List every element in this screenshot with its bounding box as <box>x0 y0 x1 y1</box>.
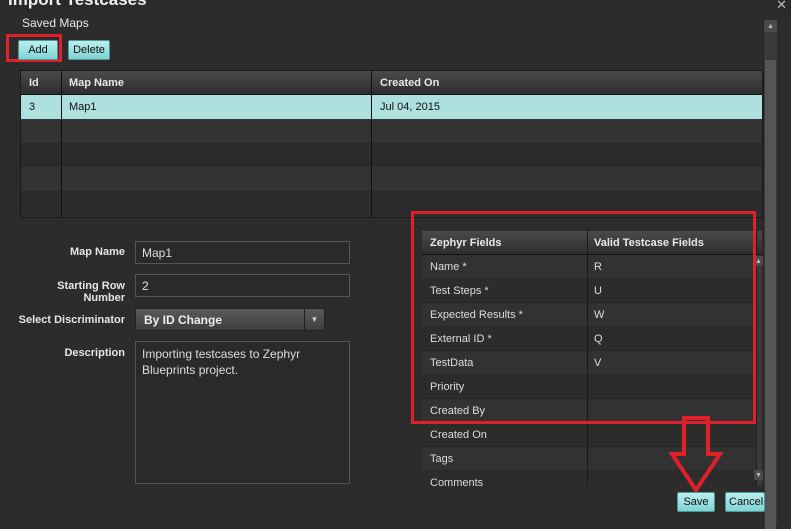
scroll-up-icon[interactable]: ▲ <box>764 20 777 32</box>
discriminator-value: By ID Change <box>144 313 223 327</box>
scrollbar-thumb[interactable] <box>765 60 776 529</box>
starting-row-label: Starting Row Number <box>57 280 125 304</box>
add-button[interactable]: Add <box>18 40 58 60</box>
cell-zephyr-field: Tags <box>430 453 454 465</box>
scroll-down-icon[interactable]: ▼ <box>754 470 763 480</box>
dialog-scrollbar[interactable]: ▲ <box>763 20 777 529</box>
column-header-id[interactable]: Id <box>29 77 39 89</box>
cell-id: 3 <box>29 101 36 113</box>
discriminator-label: Select Discriminator <box>18 314 125 326</box>
saved-maps-grid: Id Map Name Created On 3 Map1 Jul 04, 20… <box>20 70 763 218</box>
chevron-down-icon[interactable]: ▼ <box>304 309 324 330</box>
saved-maps-header: Id Map Name Created On <box>21 71 762 95</box>
saved-maps-label: Saved Maps <box>22 16 89 30</box>
column-divider <box>371 71 372 217</box>
column-header-created-on[interactable]: Created On <box>380 77 439 89</box>
map-name-input[interactable]: Map1 <box>135 241 350 264</box>
cancel-button[interactable]: Cancel <box>725 492 765 512</box>
map-name-label: Map Name <box>69 246 125 258</box>
field-mapping-highlight-box <box>411 211 756 424</box>
cell-zephyr-field: Created On <box>430 429 487 441</box>
cell-map-name: Map1 <box>69 101 97 113</box>
save-button[interactable]: Save <box>677 492 715 512</box>
starting-row-input[interactable]: 2 <box>135 274 350 297</box>
description-label: Description <box>64 347 125 359</box>
column-header-map-name[interactable]: Map Name <box>69 77 124 89</box>
field-mapping-scrollbar[interactable] <box>756 255 762 486</box>
cell-created-on: Jul 04, 2015 <box>380 101 440 113</box>
table-row[interactable]: 3 Map1 Jul 04, 2015 <box>21 95 762 119</box>
dialog-titlebar: Import Testcases ✕ <box>0 0 791 14</box>
cell-zephyr-field: Comments <box>430 477 484 486</box>
discriminator-select[interactable]: By ID Change ▼ <box>135 308 325 331</box>
column-divider <box>61 71 62 217</box>
table-row-empty <box>21 167 762 191</box>
dialog-title: Import Testcases <box>8 0 147 10</box>
down-arrow-annotation-icon <box>668 416 724 494</box>
table-row-empty <box>21 143 762 167</box>
description-textarea[interactable]: Importing testcases to Zephyr Blueprints… <box>135 341 350 484</box>
table-row-empty <box>21 119 762 143</box>
delete-button[interactable]: Delete <box>68 40 110 60</box>
close-icon[interactable]: ✕ <box>776 0 787 13</box>
